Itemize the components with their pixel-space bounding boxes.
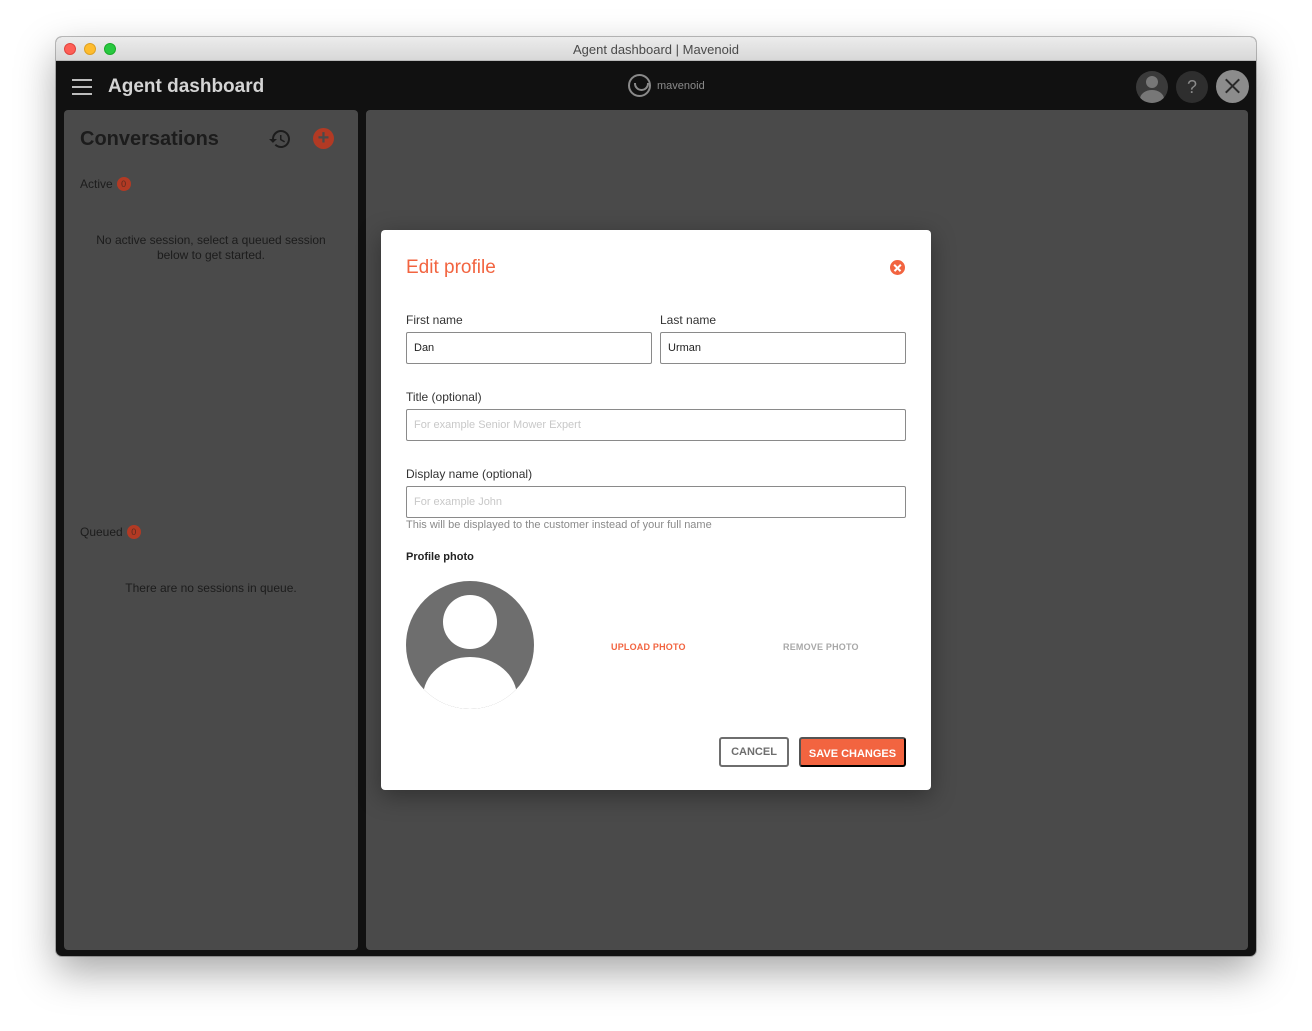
history-icon[interactable] <box>268 127 292 151</box>
last-name-label: Last name <box>660 313 717 327</box>
brand-logo: mavenoid <box>628 74 705 97</box>
queued-empty-message: There are no sessions in queue. <box>125 581 297 595</box>
active-empty-message: No active session, select a queued sessi… <box>96 233 326 262</box>
first-name-field[interactable] <box>406 332 652 364</box>
upload-photo-button[interactable]: UPLOAD PHOTO <box>611 642 686 652</box>
close-icon[interactable] <box>1216 70 1249 103</box>
app-header: Agent dashboard mavenoid <box>56 61 1256 111</box>
hamburger-icon[interactable] <box>72 79 92 95</box>
remove-photo-button[interactable]: REMOVE PHOTO <box>783 642 859 652</box>
active-count-badge: 0 <box>116 177 131 191</box>
queued-section-label: Queued 0 <box>80 525 141 539</box>
app-title: Agent dashboard <box>108 76 265 97</box>
conversations-panel: Conversations + Active 0 No active sessi… <box>64 110 358 950</box>
save-changes-button[interactable]: SAVE CHANGES <box>799 737 906 767</box>
mavenoid-logo-icon <box>628 74 651 97</box>
dialog-title: Edit profile <box>406 257 496 278</box>
user-avatar-icon[interactable] <box>1136 71 1168 103</box>
window-titlebar: Agent dashboard | Mavenoid <box>56 37 1256 61</box>
title-label: Title (optional) <box>406 390 482 404</box>
help-icon[interactable]: ? <box>1176 71 1208 103</box>
conversations-title: Conversations <box>80 128 219 150</box>
profile-photo-label: Profile photo <box>406 551 474 563</box>
window-title: Agent dashboard | Mavenoid <box>573 42 739 57</box>
display-name-helper: This will be displayed to the customer i… <box>406 519 712 531</box>
display-name-label: Display name (optional) <box>406 467 533 481</box>
add-conversation-icon[interactable]: + <box>313 128 334 149</box>
active-section-label: Active 0 <box>80 177 131 191</box>
title-field[interactable] <box>406 409 906 441</box>
profile-photo-placeholder-icon <box>406 581 534 709</box>
first-name-label: First name <box>406 313 463 327</box>
display-name-field[interactable] <box>406 486 906 518</box>
brand-name: mavenoid <box>657 79 705 92</box>
last-name-field[interactable] <box>660 332 906 364</box>
dialog-close-icon[interactable] <box>890 260 905 275</box>
app-window: Agent dashboard | Mavenoid Agent dashboa… <box>56 37 1256 956</box>
queued-count-badge: 0 <box>126 525 141 539</box>
cancel-button[interactable]: CANCEL <box>719 737 789 767</box>
edit-profile-dialog: Edit profile First name Last name Title … <box>381 230 931 790</box>
